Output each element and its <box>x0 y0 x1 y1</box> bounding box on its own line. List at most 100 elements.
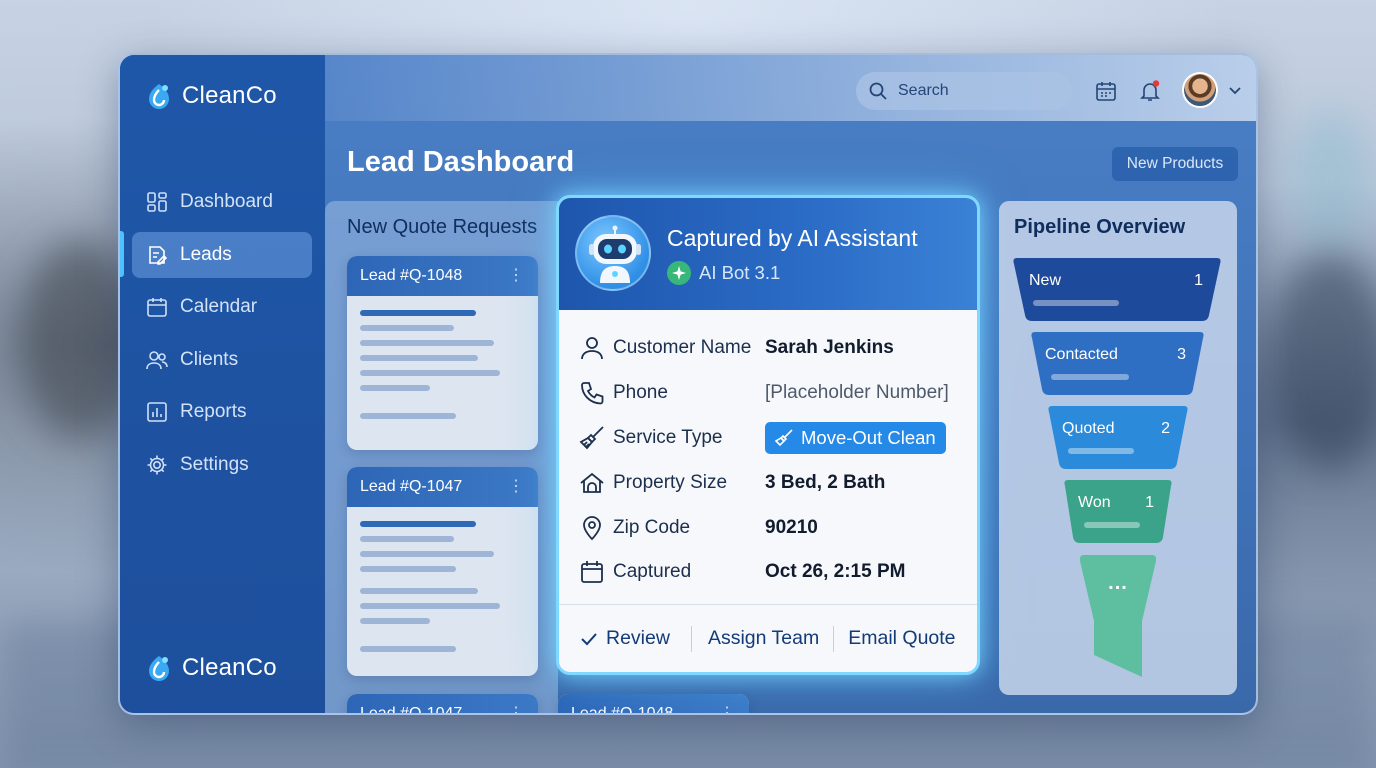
pipeline-stage-new[interactable]: New 1 <box>1013 258 1221 321</box>
calendar-icon <box>581 561 603 584</box>
notification-dot <box>1152 80 1160 87</box>
pipeline-title: Pipeline Overview <box>1014 216 1186 238</box>
sidebar-item-label: Reports <box>180 401 247 422</box>
brand-name: CleanCo <box>182 82 277 109</box>
dashboard-grid-icon <box>147 192 167 212</box>
active-indicator <box>120 231 124 277</box>
pipeline-stage-contacted[interactable]: Contacted 3 <box>1031 332 1204 395</box>
stage-count: 1 <box>1145 494 1154 511</box>
field-zip-code: Zip Code 90210 <box>579 505 957 550</box>
pipeline-more[interactable]: ... <box>1080 555 1156 677</box>
ai-capture-header: Captured by AI Assistant AI Bot 3.1 <box>559 198 977 310</box>
broom-icon <box>775 429 793 447</box>
lead-card[interactable]: Lead #Q-1047 ⋮ <box>347 694 538 714</box>
lead-card[interactable]: Lead #Q-1048 ⋮ <box>558 694 749 714</box>
field-label: Captured <box>613 561 692 583</box>
kebab-menu-icon[interactable]: ⋮ <box>719 706 735 714</box>
ai-bot-version-label: AI Bot 3.1 <box>699 262 781 283</box>
gear-icon <box>147 455 167 474</box>
sidebar-item-calendar[interactable]: Calendar <box>132 284 312 330</box>
brand-header[interactable]: CleanCo <box>144 81 277 111</box>
search-placeholder: Search <box>898 82 949 99</box>
action-divider <box>833 625 835 652</box>
calendar-icon[interactable] <box>1094 79 1118 103</box>
lead-card-header: Lead #Q-1047 ⋮ <box>347 467 538 507</box>
stage-bar <box>1068 448 1134 454</box>
pipeline-stage-quoted[interactable]: Quoted 2 <box>1048 406 1188 469</box>
email-quote-button[interactable]: Email Quote <box>848 627 955 650</box>
field-value: Oct 26, 2:15 PM <box>765 561 906 583</box>
field-property-size: Property Size 3 Bed, 2 Bath <box>579 460 957 505</box>
sidebar-item-reports[interactable]: Reports <box>132 389 312 435</box>
stage-bar <box>1051 374 1129 380</box>
avatar[interactable] <box>1182 72 1218 108</box>
background-board <box>1290 110 1370 250</box>
brand-footer[interactable]: CleanCo <box>144 653 277 683</box>
location-pin-icon <box>583 515 601 540</box>
house-icon <box>580 472 604 493</box>
stage-label: New <box>1029 272 1062 289</box>
sidebar-item-clients[interactable]: Clients <box>132 337 312 383</box>
field-captured: Captured Oct 26, 2:15 PM <box>579 550 957 595</box>
sparkle-icon <box>667 261 691 285</box>
check-icon <box>581 632 597 645</box>
sidebar-item-label: Leads <box>180 243 232 265</box>
sidebar-item-label: Calendar <box>180 296 258 317</box>
sidebar-item-settings[interactable]: Settings <box>132 442 312 488</box>
phone-icon <box>581 382 604 405</box>
field-value: 90210 <box>765 516 818 538</box>
review-button[interactable]: Review <box>580 627 670 650</box>
lead-card-title: Lead #Q-1048 <box>360 267 463 284</box>
quote-requests-title: New Quote Requests <box>347 216 538 238</box>
field-customer-name: Customer Name Sarah Jenkins <box>579 326 957 371</box>
field-service-type: Service Type Move-Out Clean <box>579 416 957 461</box>
field-value: [Placeholder Number] <box>765 382 949 404</box>
sidebar-item-label: Clients <box>180 348 239 370</box>
assign-team-button[interactable]: Assign Team <box>708 627 819 650</box>
field-value: 3 Bed, 2 Bath <box>765 471 886 493</box>
top-bar: Search <box>325 55 1256 121</box>
kebab-menu-icon[interactable]: ⋮ <box>508 268 524 284</box>
sidebar-item-dashboard[interactable]: Dashboard <box>132 179 312 225</box>
email-quote-label: Email Quote <box>848 627 956 649</box>
broom-icon <box>579 426 604 450</box>
users-icon <box>146 350 168 369</box>
pipeline-stage-won[interactable]: Won 1 <box>1064 480 1172 543</box>
kebab-menu-icon[interactable]: ⋮ <box>508 706 524 714</box>
sidebar-nav: Dashboard Leads Calendar Clients Reports… <box>132 179 312 494</box>
sidebar-item-label: Settings <box>180 453 249 475</box>
action-divider <box>690 625 692 652</box>
chevron-down-icon[interactable] <box>1228 83 1242 97</box>
field-value: Move-Out Clean <box>801 426 936 448</box>
lead-card-title: Lead #Q-1047 <box>360 478 463 495</box>
leads-edit-icon <box>149 245 168 265</box>
lead-card-header: Lead #Q-1048 ⋮ <box>347 256 538 296</box>
search-input[interactable]: Search <box>856 72 1072 110</box>
ai-capture-title: Captured by AI Assistant <box>667 225 918 251</box>
cleanco-logo-icon <box>149 656 169 681</box>
bar-chart-icon <box>147 402 167 422</box>
lead-card-body <box>347 296 538 442</box>
field-label: Service Type <box>613 426 723 448</box>
field-label: Property Size <box>613 471 728 493</box>
service-type-pill[interactable]: Move-Out Clean <box>765 421 946 454</box>
more-label: ... <box>1108 572 1128 594</box>
sidebar-item-leads[interactable]: Leads <box>132 231 312 278</box>
field-label: Customer Name <box>613 337 752 359</box>
page-title: Lead Dashboard <box>347 146 575 178</box>
kebab-menu-icon[interactable]: ⋮ <box>508 479 524 495</box>
new-products-button[interactable]: New Products <box>1112 147 1238 181</box>
app-window: CleanCo Dashboard Leads Calendar Clients… <box>118 53 1258 715</box>
field-label: Zip Code <box>613 516 691 538</box>
bell-icon[interactable] <box>1138 79 1162 103</box>
ai-capture-card: Captured by AI Assistant AI Bot 3.1 Cust… <box>556 195 980 675</box>
brand-name: CleanCo <box>182 654 277 681</box>
stage-label: Contacted <box>1045 346 1118 363</box>
lead-card[interactable]: Lead #Q-1048 ⋮ <box>347 256 538 450</box>
cleanco-logo-icon <box>149 84 169 109</box>
calendar-icon <box>147 298 167 317</box>
lead-card[interactable]: Lead #Q-1047 ⋮ <box>347 467 538 676</box>
stage-bar <box>1033 300 1119 306</box>
ai-bot-version: AI Bot 3.1 <box>667 261 780 285</box>
assign-team-label: Assign Team <box>707 627 820 649</box>
